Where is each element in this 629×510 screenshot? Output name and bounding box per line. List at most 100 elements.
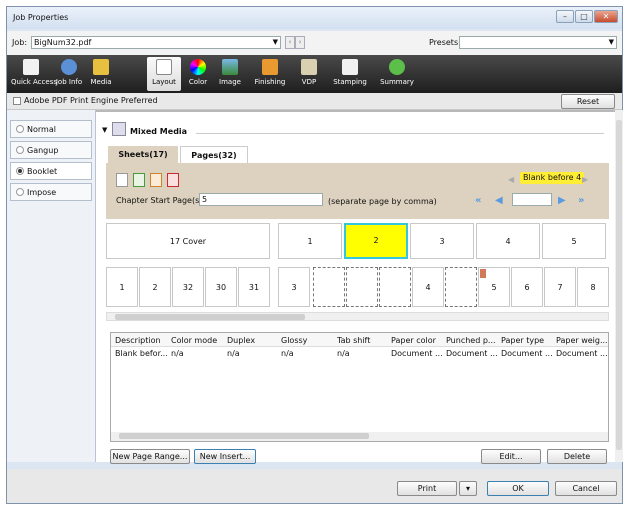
mixed-media-icon <box>112 122 126 136</box>
table-cell: n/a <box>171 349 184 358</box>
tab-sheets[interactable]: Sheets(17) <box>108 146 178 164</box>
chapter-start-label: Chapter Start Page(s): <box>116 196 206 205</box>
job-select[interactable]: BigNum32.pdf ▼ <box>31 36 281 49</box>
page-number-input[interactable] <box>512 193 552 206</box>
tool-summary[interactable]: Summary <box>377 57 417 91</box>
page-thumb[interactable]: 3 <box>278 267 310 307</box>
new-page-range-button[interactable]: New Page Range... <box>110 449 190 464</box>
page-thumb-placeholder[interactable] <box>313 267 345 307</box>
column-header[interactable]: Description <box>115 336 161 345</box>
sheet-page[interactable]: 5 <box>542 223 606 259</box>
table-horizontal-scrollbar[interactable] <box>111 432 608 441</box>
maximize-button[interactable]: □ <box>575 10 593 23</box>
tool-vdp[interactable]: VDP <box>297 57 321 91</box>
column-header[interactable]: Paper type <box>501 336 544 345</box>
tool-label: Layout <box>152 78 176 86</box>
radio-impose[interactable] <box>16 188 24 196</box>
page-thumb[interactable]: 8 <box>577 267 609 307</box>
sheet-page[interactable]: 4 <box>476 223 540 259</box>
column-header[interactable]: Duplex <box>227 336 255 345</box>
page-thumb-placeholder[interactable] <box>346 267 378 307</box>
insert-page-icon[interactable] <box>133 173 145 187</box>
prev-job-button[interactable]: ‹ <box>285 36 295 49</box>
sheet-cover[interactable]: 17 Cover <box>106 223 270 259</box>
page-thumb[interactable]: 31 <box>238 267 270 307</box>
column-header[interactable]: Paper color <box>391 336 436 345</box>
new-page-icon[interactable] <box>116 173 128 187</box>
cancel-button[interactable]: Cancel <box>555 481 617 496</box>
tool-quick-access[interactable]: Quick Access <box>11 57 57 91</box>
column-header[interactable]: Paper weig... <box>556 336 608 345</box>
sheet-page-selected[interactable]: 2 <box>344 223 408 259</box>
chevron-down-icon: ▼ <box>608 38 614 46</box>
next-job-button[interactable]: › <box>295 36 305 49</box>
scrollbar-thumb[interactable] <box>119 433 369 439</box>
pdf-engine-checkbox[interactable] <box>13 97 21 105</box>
mode-booklet[interactable]: Booklet <box>10 162 92 180</box>
tool-media[interactable]: Media <box>87 57 115 91</box>
pages-horizontal-scrollbar[interactable] <box>106 312 609 321</box>
next-page-icon[interactable]: ▶ <box>558 195 566 206</box>
column-header[interactable]: Glossy <box>281 336 307 345</box>
document-icon <box>23 59 39 75</box>
content-vertical-scrollbar[interactable] <box>615 110 623 462</box>
reset-button[interactable]: Reset <box>561 94 615 109</box>
radio-normal[interactable] <box>16 125 24 133</box>
scrollbar-thumb[interactable] <box>115 314 305 320</box>
scrollbar-thumb[interactable] <box>616 120 622 450</box>
edit-page-icon[interactable] <box>150 173 162 187</box>
delete-page-icon[interactable] <box>167 173 179 187</box>
layout-mode-panel: Normal Gangup Booklet Impose <box>7 110 96 462</box>
page-thumb-placeholder[interactable] <box>445 267 477 307</box>
page-thumb[interactable]: 2 <box>139 267 171 307</box>
page-thumb-placeholder[interactable] <box>379 267 411 307</box>
presets-select[interactable]: ▼ <box>459 36 617 49</box>
pdf-engine-label: Adobe PDF Print Engine Preferred <box>24 96 158 105</box>
tab-pages[interactable]: Pages(32) <box>180 146 248 164</box>
page-thumb[interactable]: 6 <box>511 267 543 307</box>
sheet-page[interactable]: 3 <box>410 223 474 259</box>
prev-insert-icon[interactable]: ◀ <box>508 175 514 184</box>
radio-gangup[interactable] <box>16 146 24 154</box>
column-header[interactable]: Tab shift <box>337 336 370 345</box>
edit-button[interactable]: Edit... <box>481 449 541 464</box>
sheet-page[interactable]: 1 <box>278 223 342 259</box>
tool-label: Color <box>188 78 208 86</box>
print-button[interactable]: Print <box>397 481 457 496</box>
ok-button[interactable]: OK <box>487 481 549 496</box>
delete-button[interactable]: Delete <box>547 449 607 464</box>
chapter-start-value: 5 <box>202 195 208 204</box>
new-insert-button[interactable]: New Insert... <box>194 449 256 464</box>
collapse-icon[interactable]: ▼ <box>102 126 107 134</box>
tool-label: Finishing <box>254 78 286 86</box>
tool-label: Quick Access <box>11 78 57 86</box>
radio-booklet[interactable] <box>16 167 24 175</box>
close-button[interactable]: ✕ <box>594 10 618 23</box>
sheets-row: 17 Cover 1 2 3 4 5 <box>106 223 609 261</box>
print-options-chevron-icon[interactable]: ▾ <box>459 481 477 496</box>
chapter-start-input[interactable]: 5 <box>199 193 323 206</box>
tool-finishing[interactable]: Finishing <box>251 57 289 91</box>
prev-page-icon[interactable]: ◀ <box>495 195 503 206</box>
minimize-button[interactable]: – <box>556 10 574 23</box>
last-page-icon[interactable]: » <box>578 195 584 206</box>
page-thumb[interactable]: 7 <box>544 267 576 307</box>
tool-color[interactable]: Color <box>183 57 213 91</box>
mode-normal[interactable]: Normal <box>10 120 92 138</box>
column-header[interactable]: Punched p... <box>446 336 496 345</box>
page-thumb[interactable]: 4 <box>412 267 444 307</box>
tool-stamping[interactable]: Stamping <box>329 57 371 91</box>
tool-layout[interactable]: Layout <box>147 57 181 91</box>
mode-gangup[interactable]: Gangup <box>10 141 92 159</box>
column-header[interactable]: Color mode <box>171 336 217 345</box>
tool-image[interactable]: Image <box>215 57 245 91</box>
next-insert-icon[interactable]: ▶ <box>582 175 588 184</box>
page-thumb[interactable]: 30 <box>205 267 237 307</box>
page-thumb[interactable]: 1 <box>106 267 138 307</box>
mode-impose[interactable]: Impose <box>10 183 92 201</box>
first-page-icon[interactable]: « <box>475 195 481 206</box>
tool-job-info[interactable]: Job Info <box>52 57 86 91</box>
color-wheel-icon <box>190 59 206 75</box>
table-row[interactable]: Blank befor... n/a n/a n/a n/a Document … <box>111 347 608 359</box>
page-thumb[interactable]: 32 <box>172 267 204 307</box>
